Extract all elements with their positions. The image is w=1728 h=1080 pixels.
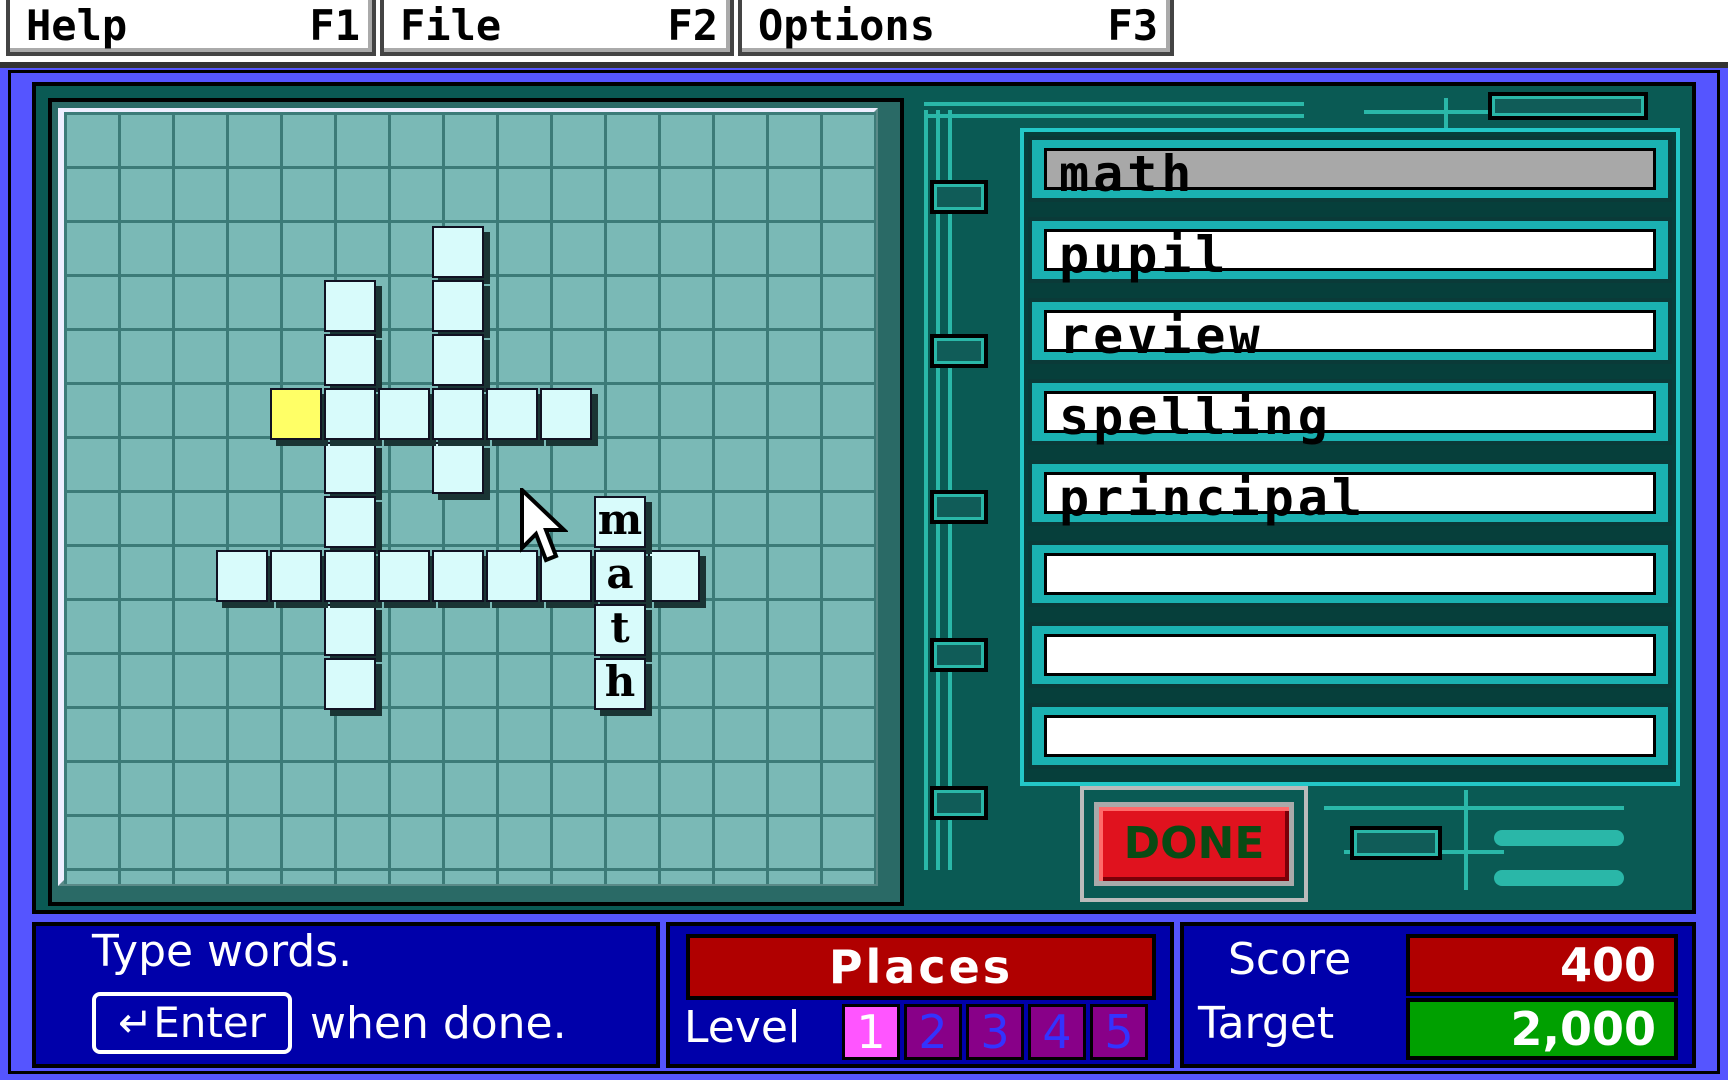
circuit-trace — [1464, 790, 1468, 890]
menu-file-key: F2 — [667, 1, 718, 50]
mode-title: Places — [686, 934, 1156, 1000]
grid-cell[interactable] — [432, 388, 484, 440]
grid-cell[interactable] — [486, 388, 538, 440]
menu-bar-divider — [0, 62, 1728, 68]
word-text: principal — [1044, 472, 1656, 523]
menu-options[interactable]: Options F3 — [738, 0, 1174, 56]
grid-cell-letter[interactable]: t — [594, 604, 646, 656]
circuit-chip — [930, 638, 988, 672]
grid-cell[interactable] — [270, 550, 322, 602]
circuit-chip — [930, 334, 988, 368]
grid-cell[interactable] — [378, 550, 430, 602]
grid-cell[interactable] — [324, 442, 376, 494]
grid-cell[interactable] — [324, 388, 376, 440]
grid-cell[interactable] — [216, 550, 268, 602]
menu-options-label: Options — [758, 1, 936, 50]
circuit-trace — [1494, 870, 1624, 886]
done-button[interactable]: DONE — [1094, 802, 1294, 886]
word-slot[interactable]: principal — [1028, 460, 1672, 526]
grid-cell[interactable] — [432, 280, 484, 332]
grid-cell[interactable] — [324, 334, 376, 386]
word-slot[interactable] — [1028, 622, 1672, 688]
circuit-trace — [1494, 830, 1624, 846]
word-slot[interactable] — [1028, 703, 1672, 769]
circuit-trace — [1324, 806, 1624, 810]
word-slot[interactable]: pupil — [1028, 217, 1672, 283]
circuit-trace — [924, 114, 1304, 118]
word-text — [1044, 634, 1656, 676]
menu-file[interactable]: File F2 — [380, 0, 734, 56]
grid-cell[interactable] — [648, 550, 700, 602]
level-1-button[interactable]: 1 — [842, 1004, 900, 1060]
grid-cell[interactable] — [378, 388, 430, 440]
word-text: pupil — [1044, 229, 1656, 280]
instruction-line-1: Type words. — [92, 926, 353, 977]
word-slot[interactable] — [1028, 541, 1672, 607]
word-text: math — [1044, 148, 1656, 199]
mouse-pointer-icon — [520, 488, 568, 563]
enter-key-icon: ↵Enter — [92, 992, 292, 1054]
word-text — [1044, 553, 1656, 595]
word-slot[interactable]: review — [1028, 298, 1672, 364]
grid-cell-letter[interactable]: h — [594, 658, 646, 710]
word-text: review — [1044, 310, 1656, 361]
word-text — [1044, 715, 1656, 757]
circuit-chip — [1350, 826, 1442, 860]
grid-cell-letter[interactable]: a — [594, 550, 646, 602]
word-slot-active[interactable]: math — [1028, 136, 1672, 202]
level-label: Level — [684, 1002, 801, 1053]
circuit-chip — [930, 786, 988, 820]
score-value: 400 — [1406, 934, 1678, 996]
circuit-trace — [1444, 98, 1448, 128]
circuit-connector — [1488, 92, 1648, 120]
grid-cell[interactable] — [324, 658, 376, 710]
grid-cell[interactable] — [324, 496, 376, 548]
word-slot[interactable]: spelling — [1028, 379, 1672, 445]
grid-cell[interactable] — [432, 334, 484, 386]
grid-cell[interactable] — [540, 388, 592, 440]
circuit-chip — [930, 180, 988, 214]
grid-cell[interactable] — [432, 226, 484, 278]
instruction-line-2: when done. — [310, 998, 567, 1049]
grid-cell[interactable] — [432, 550, 484, 602]
grid-cell[interactable] — [324, 550, 376, 602]
crossword-grid[interactable]: m a t h — [64, 112, 876, 884]
level-3-button[interactable]: 3 — [966, 1004, 1024, 1060]
grid-cell[interactable] — [432, 442, 484, 494]
grid-cell-current[interactable] — [270, 388, 322, 440]
circuit-trace — [924, 110, 928, 870]
level-4-button[interactable]: 4 — [1028, 1004, 1086, 1060]
menu-help-key: F1 — [309, 1, 360, 50]
target-value: 2,000 — [1406, 998, 1678, 1060]
menu-help[interactable]: Help F1 — [6, 0, 376, 56]
menu-file-label: File — [400, 1, 502, 50]
word-text: spelling — [1044, 391, 1656, 442]
circuit-chip — [930, 490, 988, 524]
menu-bar: Help F1 File F2 Options F3 — [0, 0, 1728, 66]
grid-cell[interactable] — [324, 280, 376, 332]
level-5-button[interactable]: 5 — [1090, 1004, 1148, 1060]
level-2-button[interactable]: 2 — [904, 1004, 962, 1060]
menu-options-key: F3 — [1107, 1, 1158, 50]
grid-cell-letter[interactable]: m — [594, 496, 646, 548]
circuit-trace — [924, 102, 1304, 106]
menu-help-label: Help — [26, 1, 128, 50]
grid-cell[interactable] — [324, 604, 376, 656]
score-label: Score — [1228, 934, 1352, 985]
target-label: Target — [1198, 998, 1335, 1049]
